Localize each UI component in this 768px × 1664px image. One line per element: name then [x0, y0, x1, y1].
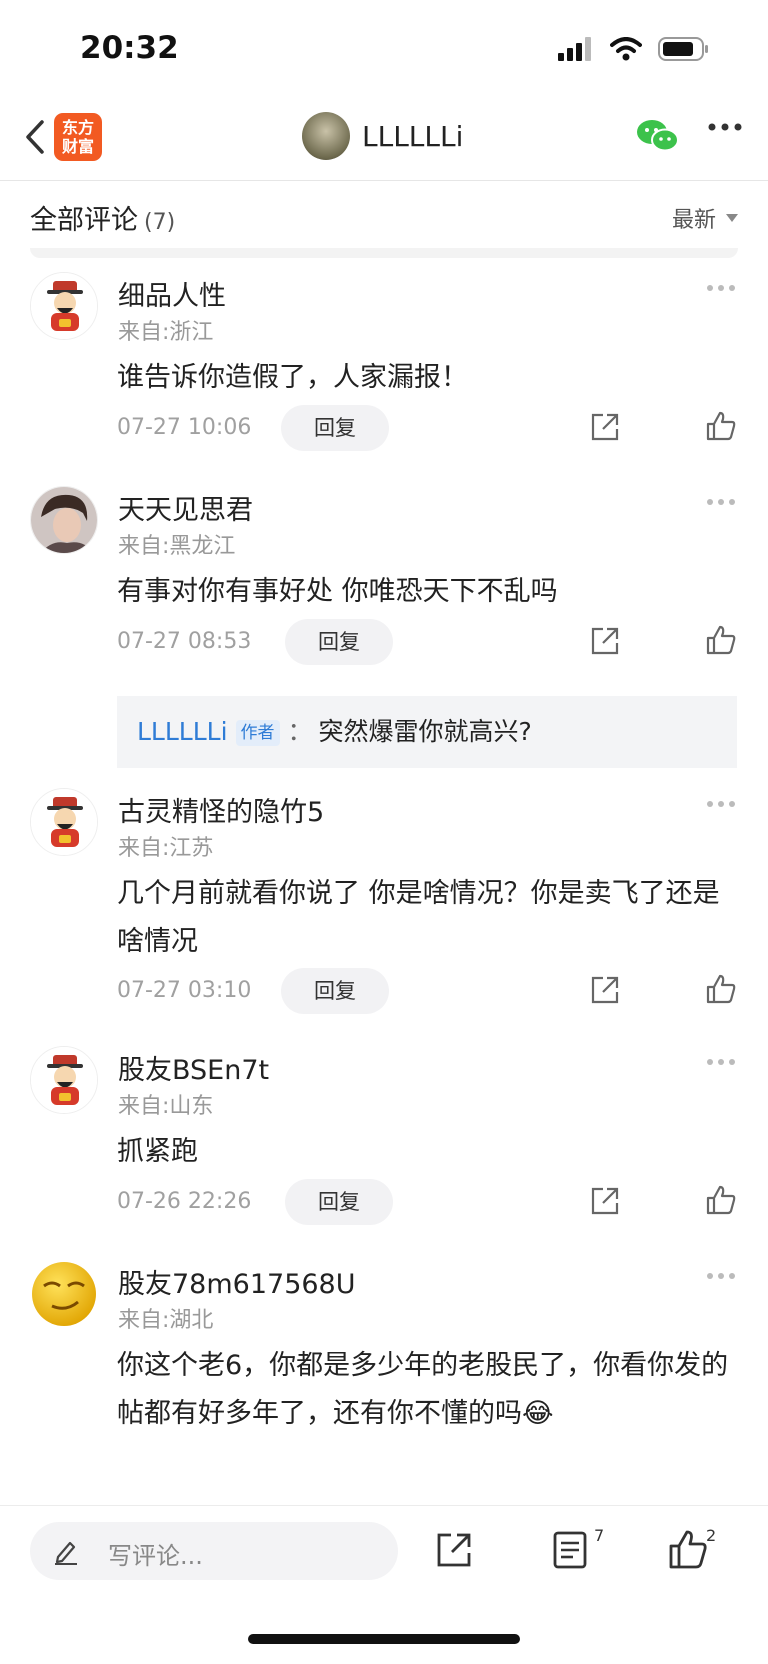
comment-list-icon[interactable] — [552, 1530, 588, 1570]
comment-location: 来自:黑龙江 — [118, 534, 236, 559]
logo-text-line1: 东方 — [61, 118, 94, 137]
comment-location: 来自:江苏 — [118, 836, 214, 861]
like-count-badge: 2 — [706, 1526, 717, 1545]
comment-username[interactable]: 天天见思君 — [118, 488, 253, 527]
signal-icon — [558, 37, 591, 61]
avatar[interactable] — [30, 1046, 98, 1114]
portrait-avatar-icon — [31, 487, 97, 553]
more-icon[interactable] — [706, 1272, 736, 1280]
thumbs-up-icon[interactable] — [668, 1528, 708, 1570]
share-icon[interactable] — [589, 411, 621, 443]
reply-button[interactable]: 回复 — [281, 405, 389, 451]
app-logo[interactable]: 东方 财富 — [54, 113, 102, 161]
comment-actions: 07-26 22:26 回复 — [117, 1179, 737, 1225]
smug-emoji-avatar-icon — [32, 1262, 96, 1326]
more-icon[interactable] — [706, 1058, 736, 1066]
comments-count: (7) — [144, 210, 176, 235]
thumbs-up-icon[interactable] — [705, 410, 737, 442]
reply-button[interactable]: 回复 — [285, 619, 393, 665]
comment-username[interactable]: 股友BSEn7t — [118, 1048, 269, 1087]
comments-title-text: 全部评论 — [30, 205, 138, 236]
thumbs-up-icon[interactable] — [705, 973, 737, 1005]
comment-input[interactable]: 写评论... — [30, 1522, 398, 1580]
comment-location: 来自:湖北 — [118, 1308, 214, 1333]
share-icon[interactable] — [589, 625, 621, 657]
logo-text-line2: 财富 — [61, 137, 94, 156]
comment-username[interactable]: 股友78m617568U — [118, 1262, 356, 1301]
sort-dropdown[interactable]: 最新 — [672, 202, 738, 234]
comment-actions: 07-27 08:53 回复 — [117, 619, 737, 665]
comment-text: 谁告诉你造假了，人家漏报！ — [117, 362, 468, 393]
comment-text: 几个月前就看你说了 你是啥情况？你是卖飞了还是啥情况 — [117, 878, 720, 957]
comment-actions: 07-27 10:06 回复 — [117, 405, 737, 451]
wifi-icon — [610, 37, 642, 61]
pen-icon — [55, 1541, 77, 1565]
status-icons — [558, 36, 710, 62]
sort-label: 最新 — [671, 208, 716, 233]
more-icon[interactable] — [708, 122, 742, 132]
comment-username[interactable]: 古灵精怪的隐竹5 — [118, 790, 324, 829]
wechat-icon[interactable] — [636, 118, 680, 154]
more-icon[interactable] — [706, 800, 736, 808]
status-bar: 20:32 — [0, 0, 768, 100]
author-badge: 作者 — [235, 720, 280, 746]
back-icon[interactable] — [18, 114, 54, 160]
comment-location: 来自:山东 — [118, 1094, 214, 1119]
caishen-avatar-icon — [31, 273, 97, 339]
sub-reply-author[interactable]: LLLLLLi — [137, 717, 228, 746]
caishen-avatar-icon — [31, 789, 97, 855]
sub-reply-text: 突然爆雷你就高兴? — [318, 717, 532, 746]
nav-title-group[interactable]: LLLLLLi — [302, 112, 463, 160]
status-time: 20:32 — [80, 30, 179, 66]
avatar[interactable] — [30, 788, 98, 856]
avatar[interactable] — [30, 486, 98, 554]
reply-button[interactable]: 回复 — [281, 968, 389, 1014]
divider — [30, 248, 738, 258]
comment-username[interactable]: 细品人性 — [118, 274, 226, 313]
comment-text: 有事对你有事好处 你唯恐天下不乱吗 — [117, 576, 558, 607]
comment-text: 抓紧跑 — [117, 1136, 198, 1167]
thumbs-up-icon[interactable] — [705, 1184, 737, 1216]
comments-header: 全部评论 (7) 最新 — [0, 180, 768, 250]
more-icon[interactable] — [706, 284, 736, 292]
comment-date: 07-27 08:53 — [117, 629, 252, 654]
share-icon[interactable] — [434, 1530, 474, 1570]
thumbs-up-icon[interactable] — [705, 624, 737, 656]
bottom-bar: 写评论... 7 2 — [0, 1505, 768, 1664]
avatar[interactable] — [30, 1260, 98, 1328]
caret-down-icon — [726, 214, 738, 222]
share-icon[interactable] — [589, 1185, 621, 1217]
share-icon[interactable] — [589, 974, 621, 1006]
home-indicator — [248, 1634, 520, 1644]
comment-location: 来自:浙江 — [118, 320, 214, 345]
comment-date: 07-26 22:26 — [117, 1189, 252, 1214]
reply-button[interactable]: 回复 — [285, 1179, 393, 1225]
sub-reply[interactable]: LLLLLLi 作者 ：突然爆雷你就高兴? — [117, 696, 737, 768]
comments-title: 全部评论 (7) — [30, 198, 175, 237]
comment-date: 07-27 03:10 — [117, 978, 252, 1003]
nav-bar: 东方 财富 LLLLLLi — [0, 100, 768, 181]
comment-text: 你这个老6，你都是多少年的老股民了，你看你发的帖都有好多年了，还有你不懂的吗😂 — [117, 1350, 729, 1429]
comment-input-placeholder: 写评论... — [108, 1542, 203, 1570]
battery-icon — [658, 37, 708, 61]
sub-reply-colon: ： — [287, 717, 313, 746]
caishen-avatar-icon — [31, 1047, 97, 1113]
author-avatar[interactable] — [302, 112, 350, 160]
nav-title: LLLLLLi — [362, 119, 464, 153]
more-icon[interactable] — [706, 498, 736, 506]
comment-actions: 07-27 03:10 回复 — [117, 968, 737, 1014]
comment-date: 07-27 10:06 — [117, 415, 252, 440]
comment-count-badge: 7 — [594, 1526, 605, 1545]
avatar[interactable] — [30, 272, 98, 340]
